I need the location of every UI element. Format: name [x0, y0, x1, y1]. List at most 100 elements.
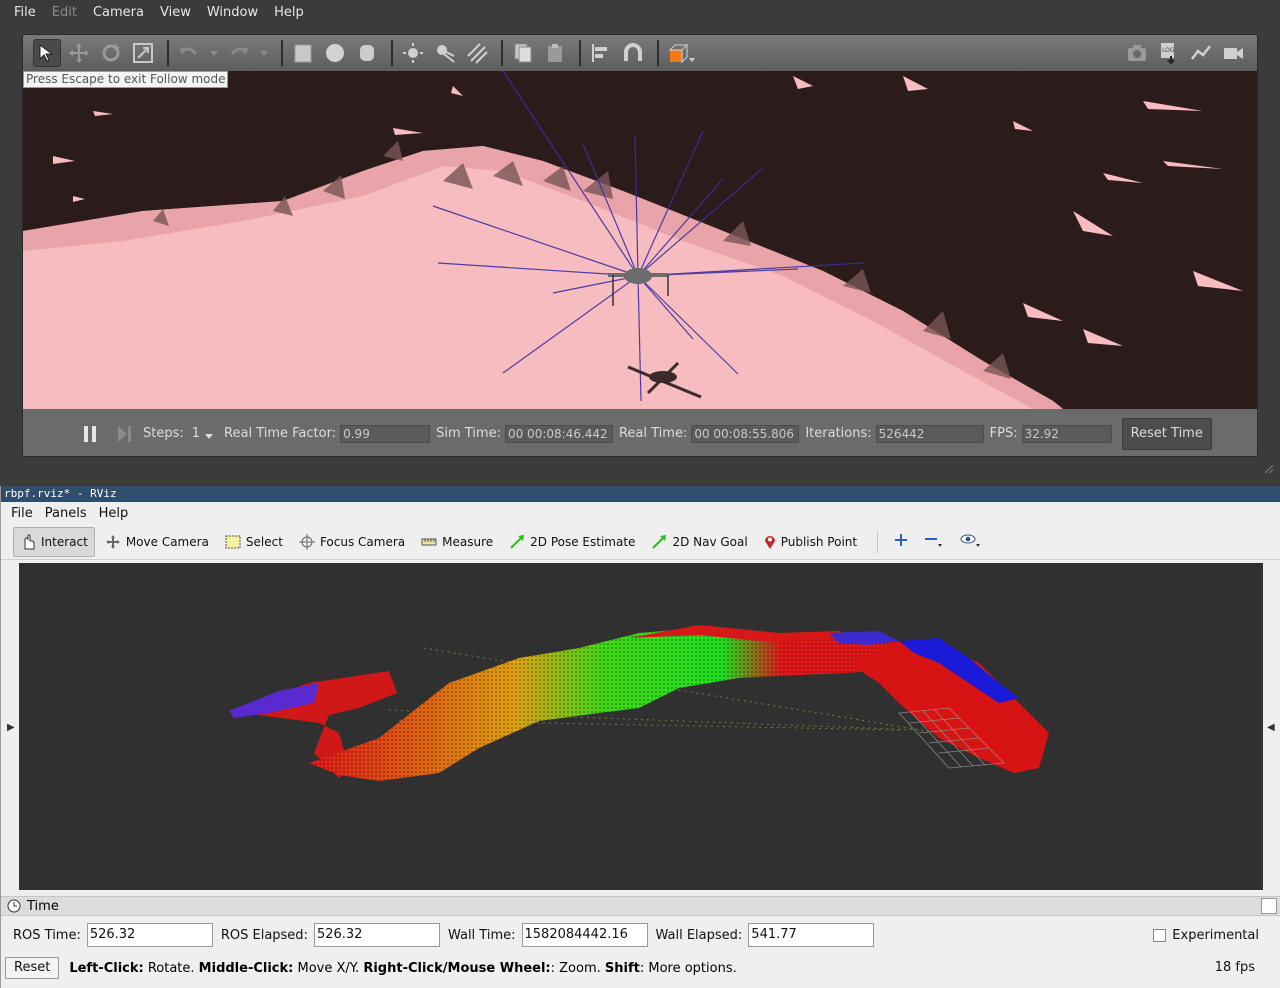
steps-dropdown-icon[interactable] — [204, 432, 214, 440]
translate-mode-icon[interactable] — [65, 39, 93, 67]
spot-light-icon[interactable] — [431, 39, 459, 67]
gazebo-scene — [23, 71, 1257, 409]
tool-select[interactable]: Select — [219, 527, 289, 557]
gazebo-toolbar: LOG — [23, 35, 1257, 71]
gazebo-menu-edit[interactable]: Edit — [44, 0, 85, 26]
rviz-menu-file[interactable]: File — [5, 506, 39, 521]
hint-left-click-key: Left-Click: — [69, 960, 144, 976]
gazebo-status-bar: Steps: 1 Real Time Factor: 0.99 Sim Time… — [23, 409, 1257, 456]
step-icon[interactable] — [117, 425, 133, 443]
rtf-field: 0.99 — [340, 424, 431, 443]
tool-2d-nav-goal-label: 2D Nav Goal — [672, 534, 748, 549]
paste-icon[interactable] — [541, 39, 569, 67]
ros-time-field[interactable]: 526.32 — [86, 923, 213, 947]
hint-right-click-key: Right-Click/Mouse Wheel: — [363, 960, 551, 976]
fps-label: FPS: — [989, 426, 1018, 441]
video-record-icon[interactable] — [1219, 39, 1247, 67]
box-shape-icon[interactable] — [289, 39, 317, 67]
move-camera-icon — [105, 534, 121, 550]
svg-text:LOG: LOG — [1162, 47, 1175, 54]
time-panel-float-button[interactable] — [1261, 898, 1277, 914]
ruler-icon — [421, 537, 437, 547]
wall-time-label: Wall Time: — [447, 927, 516, 943]
clock-icon — [7, 899, 21, 913]
gazebo-menu-file[interactable]: File — [6, 0, 44, 26]
directional-light-icon[interactable] — [463, 39, 491, 67]
gazebo-render-frame: LOG Press Escape to exit Follow mode Ste… — [22, 34, 1258, 457]
toolbar-separator — [167, 40, 169, 66]
ros-elapsed-field[interactable]: 526.32 — [313, 923, 440, 947]
undo-history-icon[interactable] — [207, 39, 221, 67]
experimental-checkbox[interactable] — [1153, 928, 1167, 942]
tool-measure[interactable]: Measure — [415, 527, 499, 557]
rviz-menu-panels[interactable]: Panels — [39, 506, 93, 521]
wall-elapsed-label: Wall Elapsed: — [655, 927, 743, 943]
view-angle-icon[interactable] — [665, 39, 699, 67]
follow-mode-message: Press Escape to exit Follow mode — [23, 71, 229, 88]
hint-right-click-text: : Zoom. — [550, 960, 605, 976]
time-fields-row: ROS Time: 526.32 ROS Elapsed: 526.32 Wal… — [1, 916, 1280, 954]
rviz-body: ▶ ◀ — [1, 562, 1280, 892]
gazebo-3d-viewport[interactable]: Press Escape to exit Follow mode — [23, 71, 1257, 409]
rotate-mode-icon[interactable] — [97, 39, 125, 67]
tool-move-camera-label: Move Camera — [125, 534, 209, 549]
tool-publish-point-label: Publish Point — [780, 534, 858, 549]
rviz-menu-help[interactable]: Help — [93, 506, 135, 521]
cylinder-shape-icon[interactable] — [353, 39, 381, 67]
gazebo-menu-help[interactable]: Help — [266, 0, 312, 26]
rviz-fps: 18 fps — [1214, 960, 1255, 975]
nav-arrow-icon — [651, 534, 667, 550]
hint-middle-click-text: Move X/Y. — [293, 960, 364, 976]
snap-magnet-icon[interactable] — [619, 39, 647, 67]
hint-shift-text: : More options. — [639, 960, 737, 976]
rtf-label: Real Time Factor: — [224, 426, 337, 441]
redo-icon[interactable] — [225, 39, 253, 67]
tool-2d-pose-estimate[interactable]: 2D Pose Estimate — [503, 527, 641, 557]
remove-tool-button[interactable] — [918, 527, 950, 557]
right-collapse-arrow-icon[interactable]: ◀ — [1267, 722, 1275, 733]
tool-interact[interactable]: Interact — [13, 526, 95, 557]
wall-elapsed-field[interactable]: 541.77 — [748, 923, 875, 947]
align-icon[interactable] — [587, 39, 615, 67]
redo-history-icon[interactable] — [257, 39, 271, 67]
sphere-shape-icon[interactable] — [321, 39, 349, 67]
select-mode-icon[interactable] — [33, 39, 61, 67]
ros-elapsed-label: ROS Elapsed: — [220, 927, 308, 943]
steps-value[interactable]: 1 — [192, 426, 200, 441]
screenshot-camera-icon[interactable] — [1123, 39, 1151, 67]
plot-icon[interactable] — [1187, 39, 1215, 67]
tool-publish-point[interactable]: Publish Point — [758, 527, 863, 557]
sim-time-field: 00 00:08:46.442 — [504, 424, 613, 443]
left-collapse-arrow-icon[interactable]: ▶ — [7, 722, 15, 733]
iterations-field: 526442 — [875, 424, 984, 443]
resize-grip-icon[interactable] — [1262, 462, 1274, 474]
gazebo-menu-camera[interactable]: Camera — [85, 0, 152, 26]
view-tool-button[interactable] — [954, 527, 988, 557]
scale-mode-icon[interactable] — [129, 39, 157, 67]
tool-move-camera[interactable]: Move Camera — [99, 527, 215, 557]
log-icon[interactable]: LOG — [1155, 39, 1183, 67]
tool-2d-pose-estimate-label: 2D Pose Estimate — [530, 534, 636, 549]
experimental-label: Experimental — [1172, 927, 1259, 943]
gazebo-menu-window[interactable]: Window — [199, 0, 266, 26]
gazebo-menu-view[interactable]: View — [152, 0, 199, 26]
rviz-3d-viewport[interactable] — [19, 563, 1263, 890]
reset-time-button[interactable]: Reset Time — [1121, 417, 1212, 450]
hint-shift-key: Shift — [604, 960, 640, 976]
rviz-status-bar: Reset Left-Click: Rotate. Middle-Click: … — [1, 954, 1280, 982]
pause-icon[interactable] — [83, 425, 97, 443]
tool-2d-nav-goal[interactable]: 2D Nav Goal — [645, 527, 753, 557]
mouse-hint: Left-Click: Rotate. Middle-Click: Move X… — [69, 961, 736, 976]
add-tool-button[interactable] — [888, 527, 914, 557]
toolbar-separator — [391, 40, 393, 66]
tool-measure-label: Measure — [442, 534, 494, 549]
tool-focus-camera[interactable]: Focus Camera — [293, 527, 411, 557]
copy-icon[interactable] — [509, 39, 537, 67]
wall-time-field[interactable]: 1582084442.16 — [521, 923, 648, 947]
undo-icon[interactable] — [175, 39, 203, 67]
point-light-icon[interactable] — [399, 39, 427, 67]
real-time-field: 00 00:08:55.806 — [691, 424, 800, 443]
reset-button[interactable]: Reset — [5, 957, 60, 979]
rviz-tools-toolbar: Interact Move Camera Select Focus Camera… — [1, 524, 1280, 560]
gazebo-menubar: File Edit Camera View Window Help — [0, 0, 1280, 26]
